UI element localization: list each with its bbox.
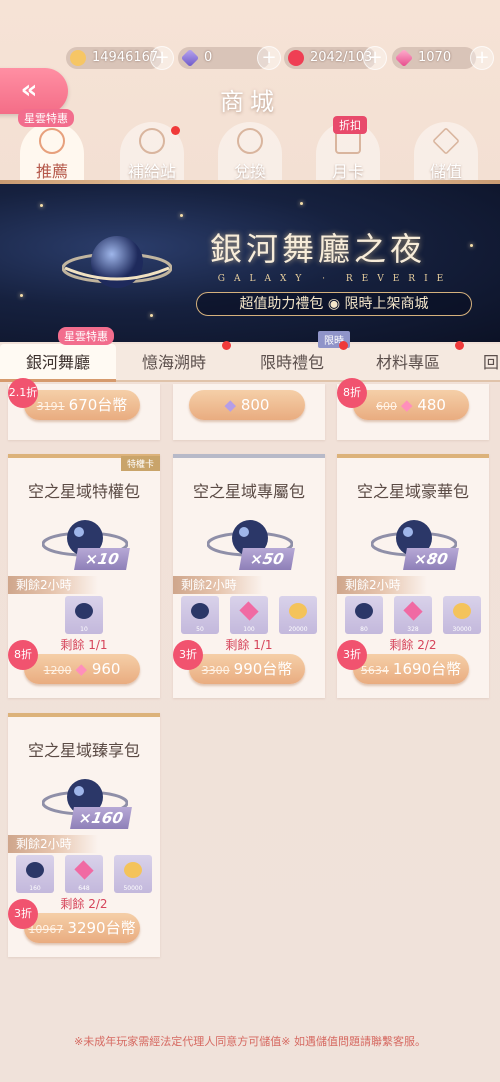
quantity-label: ×80 [403,548,459,570]
reward-slot[interactable]: 30000 [443,596,481,634]
star-sparkle [300,202,303,205]
pink-diamond-icon [74,860,94,880]
discount-badge: 折扣 [333,116,367,134]
clock-icon [139,128,165,154]
discount-badge: 3折 [173,640,203,670]
star-bag-icon [39,128,65,154]
notification-dot [455,341,464,350]
nebula-sale-badge: 星雲特惠 [18,109,74,127]
planet-item-icon [26,862,44,878]
buy-button[interactable]: 3191 670台幣 [24,390,140,420]
timer-label: 剩餘2小時 [8,576,98,594]
buy-button[interactable]: 10967 3290台幣 [24,913,140,943]
pink-diamond-icon [394,48,414,68]
timer-label: 剩餘2小時 [337,576,427,594]
reward-slot[interactable]: 50000 [114,855,152,893]
reward-slot[interactable]: 10 [65,596,103,634]
pack-card-premium: 空之星域臻享包 ×160 剩餘2小時 160 648 50000 剩餘 2/2 … [8,713,160,957]
notification-dot [171,126,180,135]
exchange-icon [237,128,263,154]
pack-card-privilege: 特權卡 空之星域特權包 ×10 剩餘2小時 10 剩餘 1/1 1200 ◆ 96… [8,454,160,698]
pack-card: 600 ◆ 480 8折 [337,378,489,440]
privilege-card-badge: 特權卡 [120,456,160,471]
reward-slot[interactable]: 50 [181,596,219,634]
star-sparkle [470,244,473,247]
coin-counter: 14946167 [66,47,162,69]
nebula-sale-badge: 星雲特惠 [58,327,114,345]
quantity-label: ×160 [70,807,132,829]
planet-item-icon [191,603,209,619]
star-sparkle [40,204,43,207]
pink-diamond-icon [239,601,259,621]
star-sparkle [150,314,153,317]
add-stamina-button[interactable]: + [363,46,387,70]
reward-slot[interactable]: 100 [230,596,268,634]
add-purple-diamond-button[interactable]: + [257,46,281,70]
buy-button[interactable]: ◆ 800 [189,390,305,420]
pack-title: 空之星域特權包 [27,482,140,501]
tab-topup[interactable]: 儲值 [414,122,478,181]
pack-card-deluxe: 空之星域豪華包 ×80 剩餘2小時 80 328 30000 剩餘 2/2 56… [337,454,489,698]
banner-title: 銀河舞廳之夜 [210,230,427,268]
planet-item-icon [355,603,373,619]
subtab-memory-sea[interactable]: 憶海溯時 [126,344,222,382]
page-title: 商城 [220,88,280,116]
discount-badge: 8折 [337,378,367,408]
pink-diamond-icon: ◆ [75,660,92,678]
purple-diamond-icon [180,48,200,68]
notification-dot [339,341,348,350]
timer-label: 剩餘2小時 [173,576,263,594]
tab-exchange[interactable]: 兌換 [218,122,282,181]
gold-coin-icon [124,862,142,878]
subtab-materials[interactable]: 材料專區 [360,344,456,382]
banner-tagline: 超值助力禮包 ◉ 限時上架商城 [196,292,472,316]
star-sparkle [20,294,23,297]
event-banner[interactable]: 銀河舞廳之夜 GALAXY · REVERIE 超值助力禮包 ◉ 限時上架商城 [0,184,500,342]
purple-diamond-icon: ◆ [224,396,241,414]
reward-slot[interactable]: 80 [345,596,383,634]
discount-badge: 3折 [8,899,38,929]
add-coin-button[interactable]: + [150,46,174,70]
timer-label: 剩餘2小時 [8,835,98,853]
discount-badge: 3折 [337,640,367,670]
pack-card: ◆ 800 [173,384,325,440]
discount-badge: 8折 [8,640,38,670]
subtab-limited-packs[interactable]: 限時禮包 [244,344,340,382]
banner-subtitle: GALAXY · REVERIE [217,274,453,284]
reward-slot[interactable]: 20000 [279,596,317,634]
notification-dot [222,341,231,350]
subtab-galaxy-ballroom[interactable]: 銀河舞廳 [0,344,116,382]
footer-notice: ※未成年玩家需經法定代理人同意方可儲值※ 如遇儲值問題請聯繫客服。 [74,1035,426,1048]
heart-icon [288,50,304,66]
reward-slot[interactable]: 160 [16,855,54,893]
reward-slot[interactable]: 648 [65,855,103,893]
gold-coin-icon [289,603,307,619]
planet-icon [62,236,172,288]
add-pink-diamond-button[interactable]: + [470,46,494,70]
star-sparkle [180,214,183,217]
quantity-label: ×10 [74,548,130,570]
pack-title: 空之星域專屬包 [192,482,305,501]
buy-button[interactable]: 5634 1690台幣 [353,654,469,684]
pack-title: 空之星域臻享包 [27,741,140,760]
tab-recommend[interactable]: 推薦 [20,122,84,181]
reward-slot[interactable]: 328 [394,596,432,634]
buy-button[interactable]: 600 ◆ 480 [353,390,469,420]
pink-diamond-icon: ◆ [401,396,418,414]
pack-card: 3191 670台幣 2.1折 [8,378,160,440]
discount-badge: 2.1折 [8,378,38,408]
buy-button[interactable]: 3300 990台幣 [189,654,305,684]
pink-diamond-icon [403,601,423,621]
cat-coin-icon [70,50,86,66]
pink-diamond-counter: 1070 [392,47,476,69]
pack-card-exclusive: 空之星域專屬包 ×50 剩餘2小時 50 100 20000 剩餘 1/1 33… [173,454,325,698]
quantity-label: ×50 [239,548,295,570]
subtab-more[interactable]: 回 [482,344,500,382]
pack-title: 空之星域豪華包 [356,482,469,501]
planet-item-icon [75,603,93,619]
buy-button[interactable]: 1200 ◆ 960 [24,654,140,684]
gold-coin-icon [453,603,471,619]
diamond-icon [432,127,460,155]
